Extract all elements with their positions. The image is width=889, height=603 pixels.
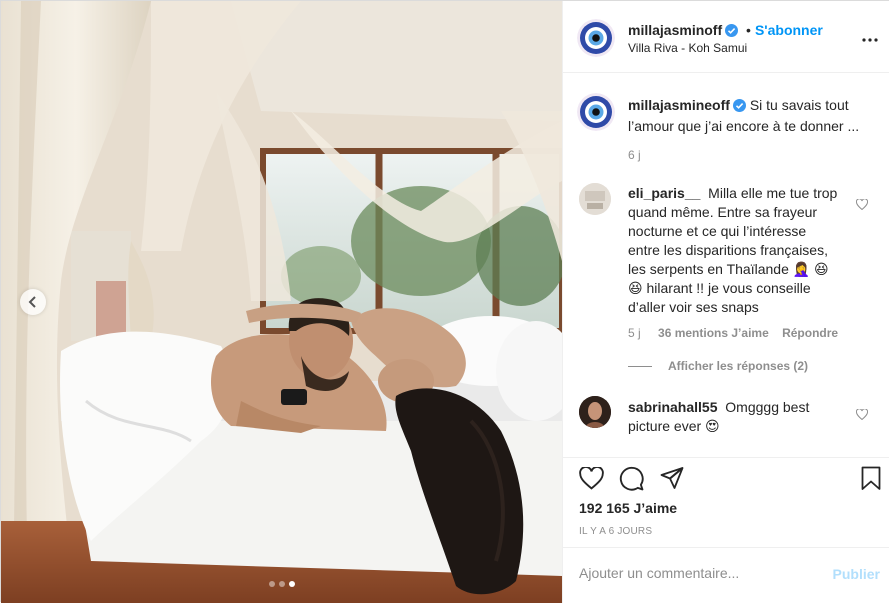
comment: sabrinahall55 Omgggg best picture ever 😍 (628, 398, 868, 436)
comment-line: picture ever 😍 (628, 418, 720, 434)
caption-age[interactable]: 6 j (628, 148, 641, 162)
share-button[interactable] (660, 466, 684, 493)
post-location[interactable]: Villa Riva - Koh Samui (628, 41, 747, 55)
comment-meta: 5 j 36 mentions J’aime Répondre (628, 326, 838, 340)
paper-plane-icon (660, 467, 684, 489)
more-horizontal-icon (862, 38, 878, 42)
comment-line: Milla elle me tue trop (708, 185, 838, 201)
carousel-dot-active (288, 581, 295, 587)
chevron-left-icon (28, 296, 38, 308)
comment-author[interactable]: sabrinahall55 (628, 399, 718, 415)
comment-avatar[interactable] (579, 396, 611, 428)
publish-button[interactable]: Publier (833, 566, 880, 582)
comment-age[interactable]: 5 j (628, 326, 641, 340)
post-header: millajasminoff • S'abonner Villa Riva - K… (563, 1, 889, 73)
instagram-post: millajasminoff • S'abonner Villa Riva - K… (0, 0, 889, 603)
evil-eye-icon (577, 93, 615, 131)
carousel-prev-button[interactable] (20, 289, 46, 315)
caption: millajasmineoff Si tu savais tout l’amou… (628, 96, 868, 136)
comment-bubble-icon (619, 466, 644, 491)
replies-divider (628, 366, 652, 368)
comment-line: 😆 hilarant !! je vous conseille (628, 280, 811, 296)
comment-line: Omgggg best (725, 399, 810, 415)
comment-composer: Publier (563, 547, 889, 603)
comment-line: quand même. Entre sa frayeur (628, 204, 818, 220)
post-photo[interactable] (1, 1, 562, 603)
comment-line: nocturne et ce qui l’intéresse (628, 223, 807, 239)
caption-avatar[interactable] (577, 93, 615, 131)
like-button[interactable] (579, 465, 604, 493)
save-button[interactable] (861, 466, 881, 494)
comment-line: entre les disparitions françaises, (628, 242, 828, 258)
likes-count[interactable]: 192 165 J’aime (579, 500, 677, 516)
follow-button[interactable]: S'abonner (755, 22, 823, 38)
heart-icon (855, 408, 869, 421)
comments-list: millajasmineoff Si tu savais tout l’amou… (563, 73, 889, 457)
caption-author[interactable]: millajasmineoff (628, 97, 730, 113)
like-comment-button[interactable] (855, 197, 869, 213)
like-comment-button[interactable] (855, 407, 869, 423)
header-separator: • (746, 22, 751, 38)
comment-author[interactable]: eli_paris__ (628, 185, 700, 201)
comment-line: les serpents en Thaïlande 🤦‍♀️ 😆 (628, 261, 829, 277)
comment-avatar[interactable] (579, 183, 611, 215)
more-options-button[interactable] (862, 29, 878, 45)
comment: eli_paris__ Milla elle me tue trop quand… (628, 184, 868, 317)
author-avatar[interactable] (577, 19, 615, 57)
author-username[interactable]: millajasminoff (628, 22, 722, 38)
view-replies-label: Afficher les réponses (2) (668, 359, 809, 373)
post-side-panel: millajasminoff • S'abonner Villa Riva - K… (562, 1, 889, 603)
comment-input[interactable] (579, 565, 809, 581)
post-timestamp[interactable]: IL Y A 6 JOURS (579, 526, 652, 537)
comment-button[interactable] (619, 466, 644, 494)
comment-line: d’aller voir ses snaps (628, 299, 759, 315)
verified-badge-icon (732, 98, 746, 117)
carousel-dots (1, 581, 562, 587)
avatar-image (579, 396, 611, 428)
bedroom-photo (1, 1, 562, 603)
reply-button[interactable]: Répondre (782, 326, 838, 340)
comment-likes[interactable]: 36 mentions J’aime (658, 326, 769, 340)
header-title-row: millajasminoff • S'abonner (628, 22, 823, 40)
heart-icon (579, 465, 604, 490)
carousel-dot (268, 581, 275, 587)
evil-eye-icon (577, 19, 615, 57)
heart-icon (855, 198, 869, 211)
post-actions: 192 165 J’aime IL Y A 6 JOURS Publier (563, 457, 889, 603)
view-replies-button[interactable]: Afficher les réponses (2) (628, 359, 808, 373)
avatar-image (579, 183, 611, 215)
carousel-dot (278, 581, 285, 587)
verified-badge-icon (725, 24, 739, 40)
bookmark-icon (861, 466, 881, 490)
